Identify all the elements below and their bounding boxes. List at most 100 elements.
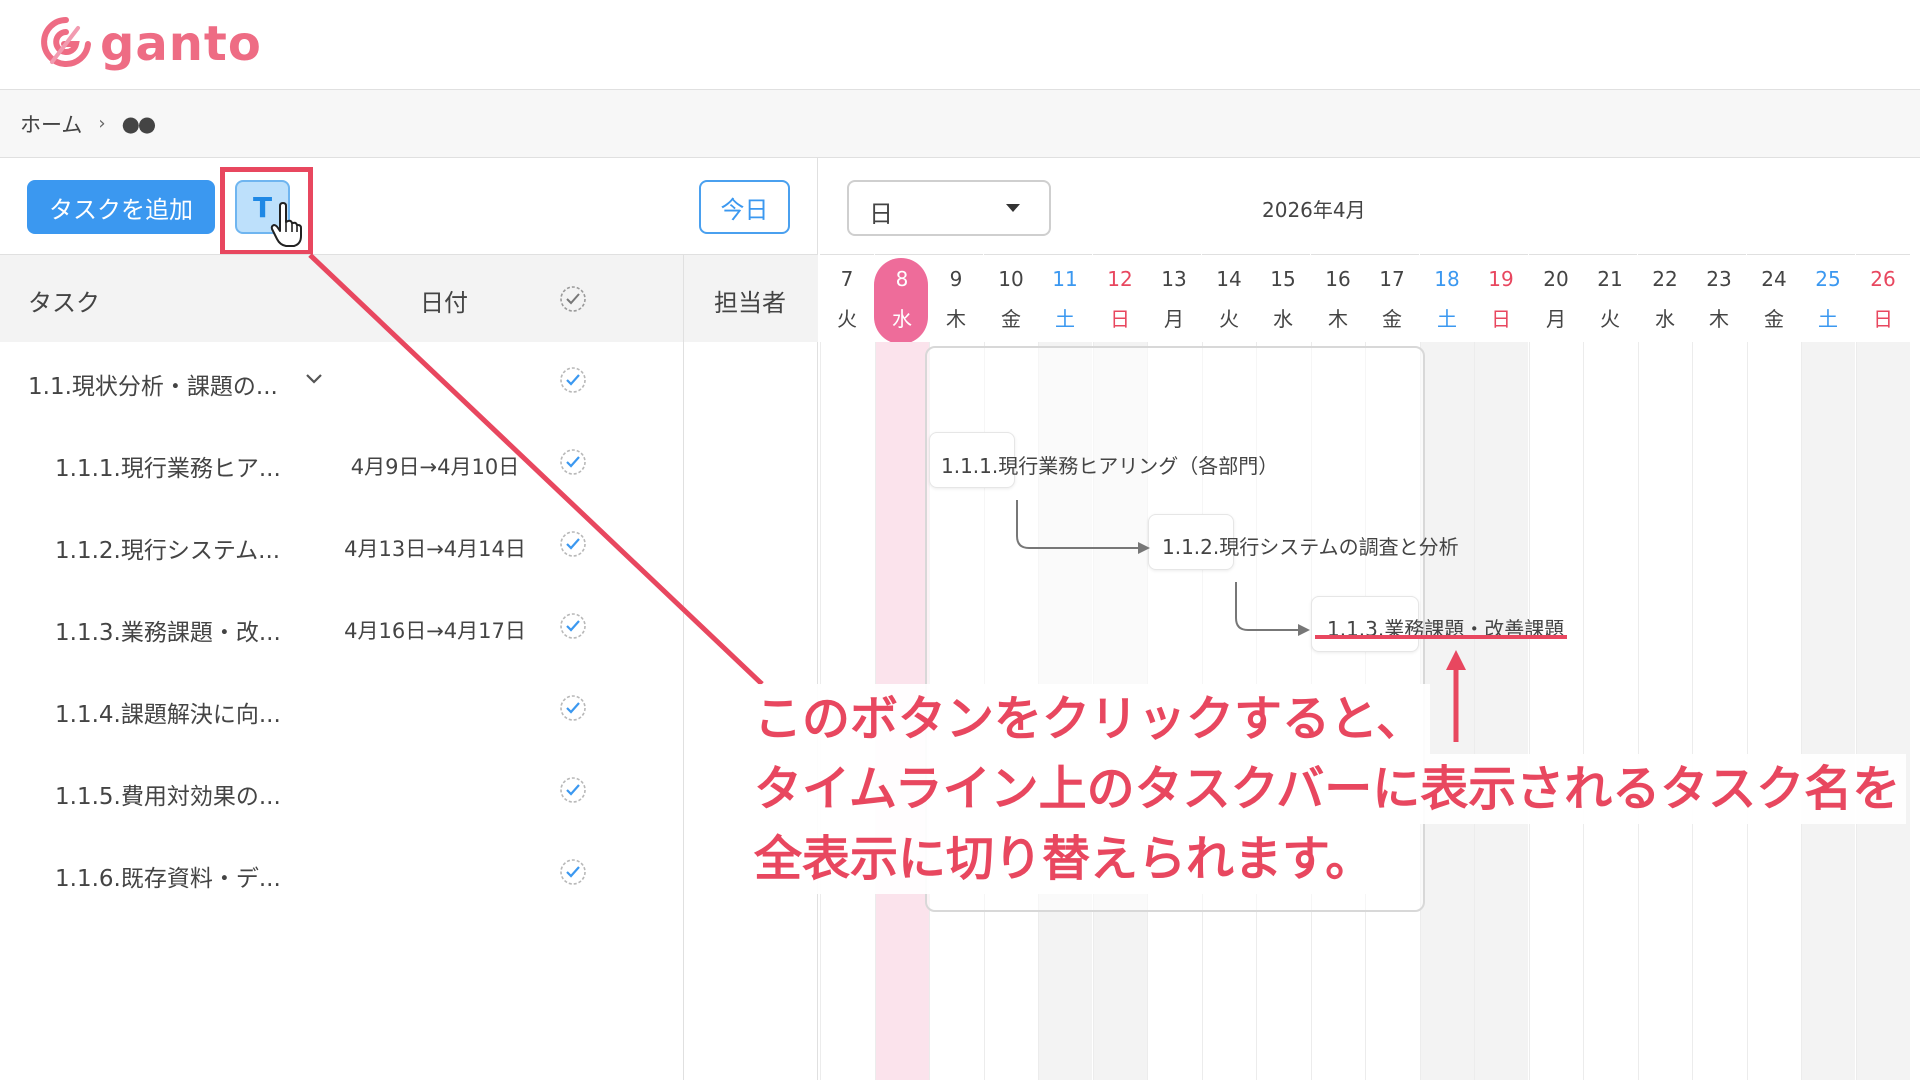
task-list-pane: タスクを追加 T 今日 タスク 日付 担当者 1.1.現状分析・課題の... 1.… — [0, 158, 818, 1080]
day-header: 11 土 — [1038, 254, 1092, 342]
day-number: 22 — [1652, 267, 1678, 291]
day-header: 20 月 — [1529, 254, 1583, 342]
task-toolbar: タスクを追加 T 今日 — [0, 158, 818, 255]
day-number: 14 — [1216, 267, 1242, 291]
day-weekday: 火 — [1600, 307, 1620, 331]
day-column[interactable] — [1529, 342, 1583, 1080]
task-row[interactable]: 1.1.5.費用対効果の... — [0, 752, 683, 832]
day-number: 9 — [949, 267, 963, 291]
check-circle-icon[interactable] — [559, 694, 587, 722]
day-number: 7 — [840, 267, 854, 291]
timeline-toolbar: 日 2026年4月 — [819, 158, 1920, 254]
day-number: 8 — [895, 267, 909, 291]
task-date[interactable]: 4月9日→4月10日 — [330, 451, 540, 481]
check-circle-icon[interactable] — [559, 776, 587, 804]
day-number: 23 — [1706, 267, 1732, 291]
day-column[interactable] — [1583, 342, 1637, 1080]
app-logo[interactable]: ganto — [38, 14, 262, 74]
day-weekday: 火 — [837, 307, 857, 331]
day-weekday: 水 — [1273, 307, 1293, 331]
annotation-text-line-3: 全表示に切り替えられます。 — [748, 824, 1380, 894]
day-number: 20 — [1543, 267, 1569, 291]
task-row[interactable]: 1.1.2.現行システム... 4月13日→4月14日 — [0, 506, 683, 586]
chevron-down-icon — [1006, 204, 1020, 212]
day-header: 15 水 — [1256, 254, 1310, 342]
day-header: 25 土 — [1801, 254, 1855, 342]
task-table-header: タスク 日付 担当者 — [0, 254, 818, 342]
day-number: 15 — [1270, 267, 1296, 291]
chevron-down-icon[interactable] — [305, 372, 323, 386]
day-weekday: 金 — [1001, 307, 1021, 331]
check-circle-icon[interactable] — [559, 366, 587, 394]
day-number: 10 — [998, 267, 1024, 291]
today-button[interactable]: 今日 — [699, 180, 790, 234]
day-weekday: 木 — [1328, 307, 1348, 331]
column-header-task[interactable]: タスク — [28, 283, 100, 318]
column-header-assignee[interactable]: 担当者 — [714, 283, 786, 318]
day-column[interactable] — [1638, 342, 1692, 1080]
check-circle-icon[interactable] — [559, 858, 587, 886]
task-row[interactable]: 1.1.6.既存資料・デ... — [0, 834, 683, 914]
hand-cursor-icon — [270, 202, 302, 247]
day-column[interactable] — [1692, 342, 1746, 1080]
day-column[interactable] — [1747, 342, 1801, 1080]
day-column[interactable] — [1474, 342, 1528, 1080]
check-circle-icon[interactable] — [559, 448, 587, 476]
check-circle-icon[interactable] — [559, 612, 587, 640]
check-circle-icon[interactable] — [559, 530, 587, 558]
task-row[interactable]: 1.1.3.業務課題・改... 4月16日→4月17日 — [0, 588, 683, 668]
task-bar-label: 1.1.2.現行システムの調査と分析 — [1162, 535, 1459, 559]
task-name[interactable]: 1.1.3.業務課題・改... — [55, 613, 281, 647]
day-weekday: 金 — [1764, 307, 1784, 331]
day-weekday: 木 — [1709, 307, 1729, 331]
day-weekday: 土 — [1437, 307, 1457, 331]
time-scale-select[interactable]: 日 — [847, 180, 1051, 236]
task-name[interactable]: 1.1.5.費用対効果の... — [55, 777, 281, 811]
day-header: 22 水 — [1638, 254, 1692, 342]
label-underline — [1315, 635, 1567, 639]
task-date[interactable]: 4月13日→4月14日 — [330, 533, 540, 563]
task-name[interactable]: 1.1.4.課題解決に向... — [55, 695, 281, 729]
day-number: 18 — [1434, 267, 1460, 291]
add-task-button[interactable]: タスクを追加 — [27, 180, 215, 234]
day-header: 9木 — [929, 254, 983, 342]
day-weekday: 月 — [1164, 307, 1184, 331]
day-weekday: 水 — [1655, 307, 1675, 331]
breadcrumb-current: ●● — [121, 111, 157, 136]
task-row[interactable]: 1.1.4.課題解決に向... — [0, 670, 683, 750]
timeline-month-label: 2026年4月 — [1262, 198, 1366, 222]
day-header: 18 土 — [1420, 254, 1474, 342]
task-name[interactable]: 1.1.6.既存資料・デ... — [55, 859, 281, 893]
day-column[interactable] — [1856, 342, 1910, 1080]
day-number: 19 — [1488, 267, 1514, 291]
task-row[interactable]: 1.1.1.現行業務ヒア... 4月9日→4月10日 — [0, 424, 683, 504]
day-number: 25 — [1815, 267, 1841, 291]
day-column[interactable] — [1801, 342, 1855, 1080]
day-weekday: 日 — [1491, 307, 1511, 331]
ganto-logo-icon — [41, 17, 91, 67]
breadcrumb: ホーム › ●● — [0, 90, 1920, 158]
breadcrumb-home[interactable]: ホーム — [20, 109, 82, 139]
day-number: 12 — [1107, 267, 1133, 291]
annotation-text-line-2: タイムライン上のタスクバーに表示されるタスク名を — [748, 754, 1907, 824]
day-weekday: 日 — [1110, 307, 1130, 331]
task-row[interactable]: 1.1.現状分析・課題の... — [0, 342, 683, 422]
day-weekday: 水 — [892, 307, 912, 331]
day-number: 21 — [1597, 267, 1623, 291]
day-weekday: 金 — [1382, 307, 1402, 331]
column-divider — [683, 254, 684, 1080]
task-name[interactable]: 1.1.1.現行業務ヒア... — [55, 449, 281, 483]
task-name[interactable]: 1.1.現状分析・課題の... — [28, 367, 278, 401]
day-weekday: 木 — [946, 307, 966, 331]
day-header: 23 木 — [1692, 254, 1746, 342]
column-header-date[interactable]: 日付 — [420, 283, 468, 318]
task-date[interactable]: 4月16日→4月17日 — [330, 615, 540, 645]
task-name[interactable]: 1.1.2.現行システム... — [55, 531, 280, 565]
day-header: 26 日 — [1856, 254, 1910, 342]
day-header: 17 金 — [1365, 254, 1419, 342]
day-header: 13 月 — [1147, 254, 1201, 342]
day-header: 19 日 — [1474, 254, 1528, 342]
day-weekday: 火 — [1219, 307, 1239, 331]
day-weekday: 月 — [1546, 307, 1566, 331]
day-number: 24 — [1761, 267, 1787, 291]
